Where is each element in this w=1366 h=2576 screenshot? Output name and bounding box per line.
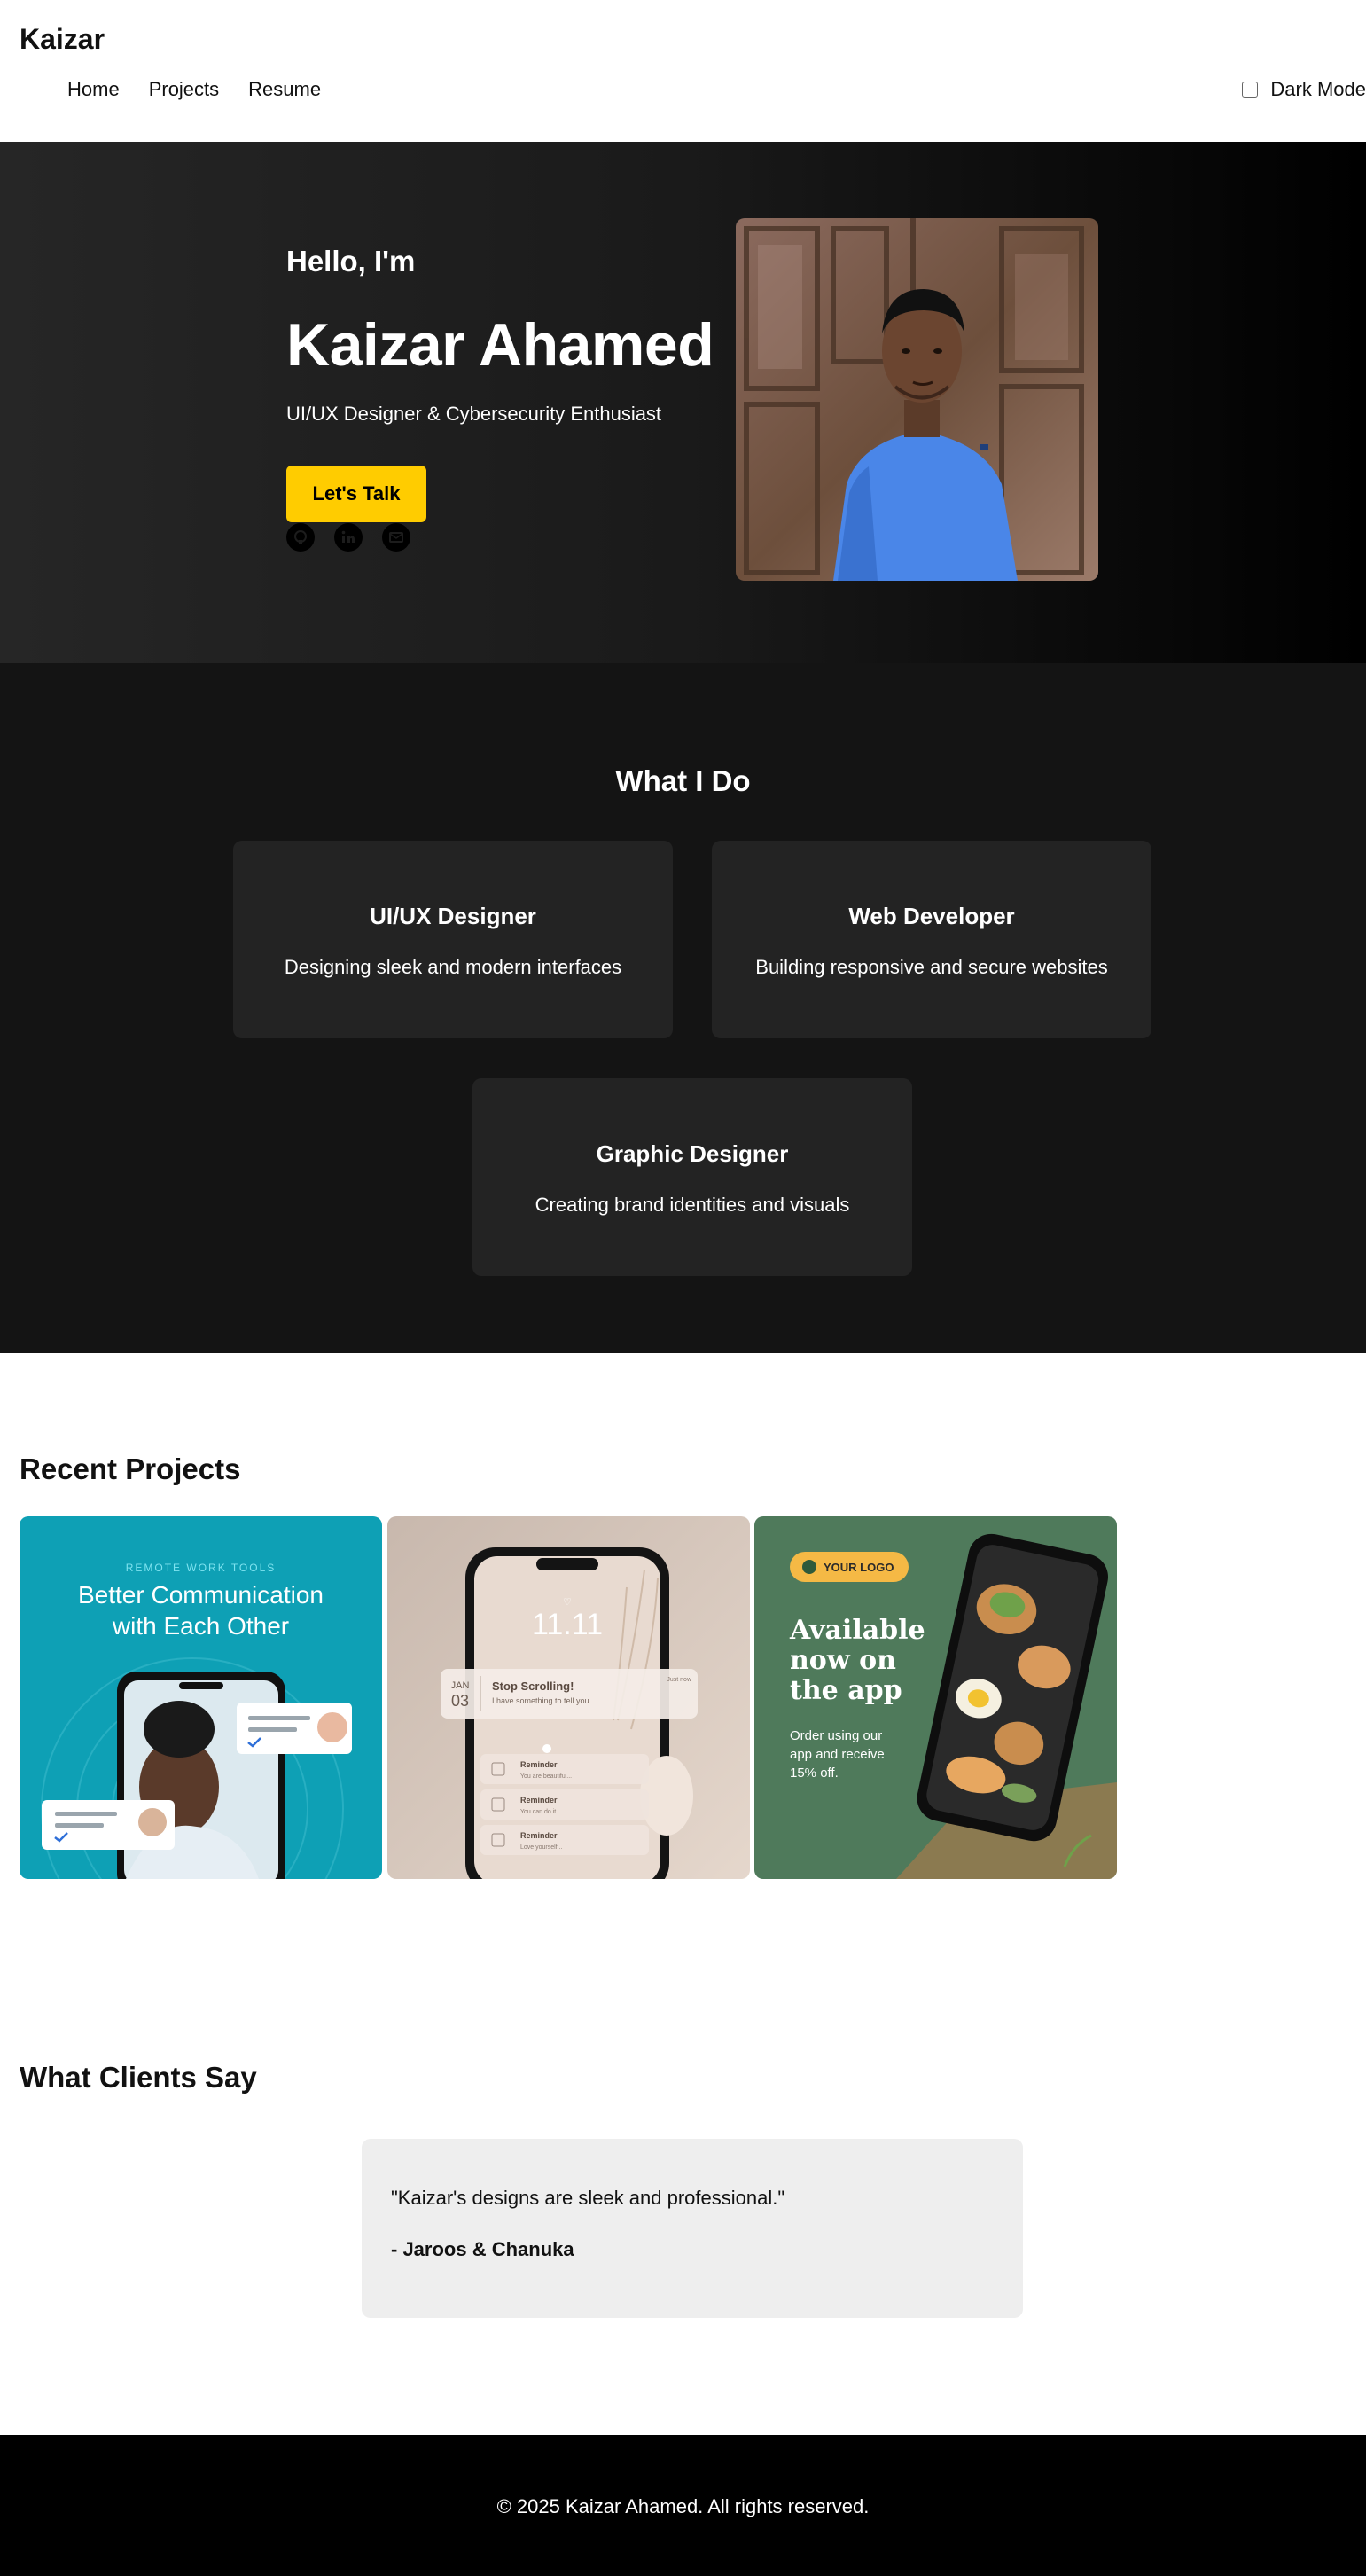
hero-section: Hello, I'm Kaizar Ahamed UI/UX Designer … [0, 142, 1366, 663]
dark-mode-label: Dark Mode [1270, 78, 1366, 100]
project3-headline-2: now on [790, 1645, 896, 1676]
project3-headline-1: Available [789, 1615, 925, 1646]
service-card-title: Web Developer [848, 903, 1015, 929]
project2-notif-body: I have something to tell you [492, 1696, 589, 1705]
svg-text:♡: ♡ [563, 1597, 572, 1608]
project2-notif-title: Stop Scrolling! [492, 1679, 574, 1693]
dark-mode-checkbox[interactable] [1242, 82, 1259, 98]
hero-greeting: Hello, I'm [286, 245, 416, 278]
project1-headline-2: with Each Other [112, 1612, 289, 1640]
service-card-desc: Building responsive and secure websites [755, 956, 1108, 978]
project-card-food-app[interactable]: YOUR LOGO Available now on the app Order… [754, 1516, 1117, 1879]
site-footer: © 2025 Kaizar Ahamed. All rights reserve… [0, 2435, 1366, 2576]
services-title: What I Do [615, 764, 751, 797]
project3-logo: YOUR LOGO [824, 1561, 894, 1574]
service-card-desc: Creating brand identities and visuals [535, 1194, 850, 1216]
profile-photo [736, 218, 1098, 581]
brand-logo[interactable]: Kaizar [20, 23, 105, 56]
project-card-remote-work[interactable]: REMOTE WORK TOOLS Better Communication w… [20, 1516, 382, 1879]
project3-headline-3: the app [790, 1675, 902, 1706]
project3-body-3: 15% off. [790, 1766, 839, 1781]
project3-body-2: app and receive [790, 1747, 885, 1762]
service-card-web: Web Developer Building responsive and se… [712, 841, 1151, 1038]
dark-mode-toggle[interactable]: Dark Mode [1242, 78, 1366, 101]
service-card-graphic: Graphic Designer Creating brand identiti… [472, 1078, 912, 1276]
main-nav: Home Projects Resume [67, 78, 321, 101]
site-header: Kaizar Home Projects Resume Dark Mode [0, 0, 1366, 142]
project1-headline-1: Better Communication [78, 1581, 324, 1609]
social-links [286, 523, 410, 552]
reminder-body: You can do it... [520, 1809, 561, 1815]
reminder-body: You are beautiful... [520, 1773, 572, 1780]
project-card-reminder-app[interactable]: ♡ 11.11 JAN 03 Stop Scrolling! I have so… [387, 1516, 750, 1879]
testimonial-author: - Jaroos & Chanuka [391, 2238, 574, 2260]
projects-title: Recent Projects [20, 1452, 241, 1485]
testimonials-title: What Clients Say [20, 2061, 257, 2094]
project2-month: JAN [451, 1680, 470, 1691]
reminder-title: Reminder [520, 1796, 558, 1805]
testimonial-quote: "Kaizar's designs are sleek and professi… [391, 2187, 785, 2209]
footer-copyright: © 2025 Kaizar Ahamed. All rights reserve… [496, 2495, 870, 2517]
email-icon[interactable] [382, 523, 410, 552]
reminder-title: Reminder [520, 1831, 558, 1840]
service-card-title: Graphic Designer [596, 1140, 789, 1167]
project2-notif-meta: Just now [667, 1677, 692, 1683]
project3-body-1: Order using our [790, 1728, 882, 1743]
linkedin-icon[interactable] [334, 523, 363, 552]
service-card-desc: Designing sleek and modern interfaces [284, 956, 622, 978]
service-card-title: UI/UX Designer [370, 903, 536, 929]
nav-projects-link[interactable]: Projects [149, 78, 219, 101]
reminder-title: Reminder [520, 1760, 558, 1769]
service-card-uiux: UI/UX Designer Designing sleek and moder… [233, 841, 673, 1038]
nav-home-link[interactable]: Home [67, 78, 120, 101]
lets-talk-button[interactable]: Let's Talk [286, 466, 426, 522]
nav-resume-link[interactable]: Resume [248, 78, 321, 101]
project2-day: 03 [451, 1692, 469, 1710]
testimonial-card: "Kaizar's designs are sleek and professi… [362, 2139, 1023, 2318]
project2-time: 11.11 [532, 1608, 603, 1641]
services-section: What I Do UI/UX Designer Designing sleek… [0, 663, 1366, 1353]
reminder-body: Love yourself... [520, 1844, 563, 1851]
hero-name: Kaizar Ahamed [286, 311, 714, 379]
github-icon[interactable] [286, 523, 315, 552]
hero-subtitle: UI/UX Designer & Cybersecurity Enthusias… [286, 403, 662, 425]
project1-tag: REMOTE WORK TOOLS [126, 1562, 277, 1574]
